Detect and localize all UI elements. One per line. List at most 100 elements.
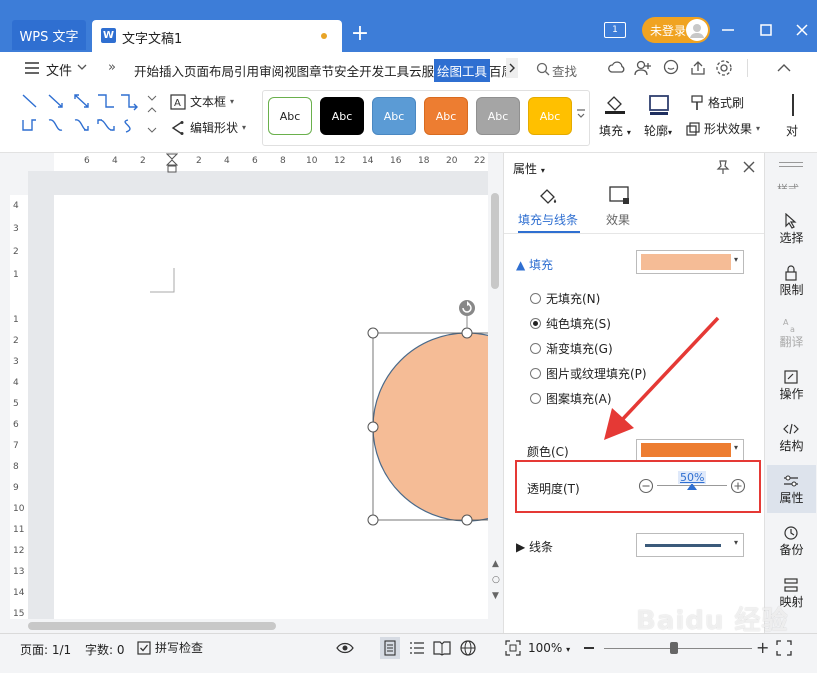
select-browse-object-icon[interactable]: ○ [492, 575, 500, 585]
edit-shape-button[interactable]: 编辑形状 ▾ [170, 119, 246, 136]
style-preset-2[interactable]: Abc [320, 97, 364, 135]
line-section-toggle[interactable]: ▶ 线条 [516, 538, 553, 555]
style-preset-4[interactable]: Abc [424, 97, 468, 135]
option-no-fill[interactable]: 无填充(N) [530, 290, 600, 307]
fill-button[interactable]: 填充 ▾ [599, 122, 631, 139]
maximize-button[interactable] [754, 18, 778, 42]
circle-shape[interactable] [372, 332, 488, 522]
word-count[interactable]: 字数: 0 [85, 641, 125, 658]
format-painter-button[interactable]: 格式刷 [690, 94, 744, 111]
menu-tab-view[interactable]: 视图 [284, 61, 309, 80]
page-indicator[interactable]: 页面: 1/1 [20, 641, 71, 658]
menu-tab-review[interactable]: 审阅 [259, 61, 284, 80]
settings-gear-icon[interactable] [715, 59, 733, 77]
text-box-button[interactable]: A 文本框 ▾ [170, 93, 234, 110]
spellcheck-toggle[interactable]: 拼写检查 [137, 639, 203, 656]
radio-no-fill[interactable] [530, 293, 541, 304]
comment-icon[interactable] [662, 59, 680, 77]
menu-tab-start[interactable]: 开始 [134, 61, 159, 80]
hamburger-icon[interactable] [25, 62, 39, 74]
menu-scroll-right-button[interactable] [506, 58, 518, 78]
menu-tab-chapter[interactable]: 章节 [309, 61, 334, 80]
login-button[interactable]: 未登录 [642, 17, 710, 43]
menu-tab-insert[interactable]: 插入 [159, 61, 184, 80]
shape-effects-button[interactable]: 形状效果 ▾ [686, 120, 760, 137]
shape-gallery[interactable] [18, 90, 160, 142]
properties-title-dropdown[interactable]: 属性 ▾ [513, 160, 545, 177]
scroll-up-icon[interactable]: ▲ [492, 559, 499, 569]
sidebar-item-structure[interactable]: 结构 [765, 421, 817, 454]
menu-tab-references[interactable]: 引用 [234, 61, 259, 80]
resize-handle[interactable] [367, 421, 379, 433]
h-scrollbar-thumb[interactable] [28, 622, 276, 630]
zoom-slider-thumb[interactable] [670, 642, 678, 654]
page-count-icon[interactable]: 1 [604, 22, 626, 38]
menu-tab-devtools[interactable]: 开发工具 [359, 61, 409, 80]
add-user-icon[interactable] [634, 59, 652, 77]
fullscreen-icon[interactable] [776, 640, 792, 656]
reading-view-icon[interactable] [433, 640, 451, 656]
tab-document[interactable]: W 文字文稿1 [92, 20, 342, 52]
option-solid-fill[interactable]: 纯色填充(S) [530, 315, 611, 332]
menu-tab-security[interactable]: 安全 [334, 61, 359, 80]
ribbon-cutoff-label[interactable]: 对 [786, 122, 798, 139]
menu-tab-layout[interactable]: 页面布局 [184, 61, 234, 80]
close-window-button[interactable] [790, 18, 814, 42]
style-preset-3[interactable]: Abc [372, 97, 416, 135]
radio-gradient-fill[interactable] [530, 343, 541, 354]
menu-expand-icon[interactable]: » [108, 60, 116, 75]
indent-marker-icon[interactable] [166, 153, 178, 173]
share-icon[interactable] [689, 59, 707, 77]
close-panel-icon[interactable] [742, 160, 756, 174]
scroll-down-icon[interactable]: ▼ [492, 591, 499, 601]
resize-handle[interactable] [461, 327, 473, 339]
menu-tab-drawing-tools[interactable]: 绘图工具 [434, 59, 491, 82]
tab-wps-home[interactable]: WPS 文字 [12, 20, 86, 50]
collapse-ribbon-icon[interactable] [776, 61, 792, 73]
chevron-down-icon[interactable] [77, 63, 87, 71]
zoom-out-button[interactable] [584, 647, 594, 649]
outline-view-icon[interactable] [408, 640, 426, 656]
outline-icon[interactable] [648, 94, 670, 116]
fill-color-dropdown[interactable]: ▾ [636, 250, 744, 274]
style-preset-6[interactable]: Abc [528, 97, 572, 135]
tab-fill-and-line[interactable]: 填充与线条 [518, 211, 578, 228]
radio-solid-fill[interactable] [530, 318, 541, 329]
radio-pattern-fill[interactable] [530, 393, 541, 404]
horizontal-ruler[interactable]: 6 4 2 2 4 6 8 10 12 14 16 18 20 22 [10, 153, 488, 173]
resize-handle[interactable] [461, 514, 473, 526]
style-preset-5[interactable]: Abc [476, 97, 520, 135]
fill-section-toggle[interactable]: ▲ 填充 [516, 256, 553, 273]
outline-button[interactable]: 轮廓▾ [644, 122, 672, 139]
minimize-button[interactable] [716, 18, 740, 42]
line-style-dropdown[interactable]: ▾ [636, 533, 744, 557]
pin-icon[interactable] [716, 159, 730, 175]
sidebar-item-backup[interactable]: 备份 [765, 525, 817, 558]
sidebar-item-translate[interactable]: Aa 翻译 [765, 317, 817, 350]
cloud-sync-icon[interactable] [608, 60, 626, 76]
rotate-handle-icon[interactable] [459, 300, 475, 316]
page-view-button[interactable] [380, 637, 400, 659]
resize-handle[interactable] [367, 327, 379, 339]
radio-picture-fill[interactable] [530, 368, 541, 379]
sidebar-item-properties[interactable]: 属性 [767, 465, 816, 513]
vertical-ruler[interactable]: 4 3 2 1 1 2 3 4 5 6 7 8 9 10 11 12 13 14… [10, 171, 28, 619]
align-icon[interactable] [792, 94, 794, 116]
resize-handle[interactable] [367, 514, 379, 526]
tab-effect[interactable]: 效果 [606, 211, 630, 228]
search-label[interactable]: 查找 [552, 61, 577, 80]
eye-icon[interactable] [336, 641, 354, 655]
fit-page-icon[interactable] [504, 639, 522, 657]
style-gallery-more-icon[interactable] [576, 108, 586, 120]
horizontal-scrollbar[interactable] [10, 619, 502, 633]
fill-bucket-icon[interactable] [603, 93, 627, 115]
zoom-slider[interactable] [604, 648, 752, 649]
zoom-in-button[interactable]: + [756, 638, 769, 657]
sidebar-item-select[interactable]: 选择 [765, 213, 817, 246]
document-scrollbar[interactable]: ▲ ○ ▼ [488, 171, 502, 619]
selected-circle-shape[interactable] [362, 296, 488, 532]
web-view-globe-icon[interactable] [459, 639, 477, 657]
zoom-level-dropdown[interactable]: 100% ▾ [528, 641, 570, 655]
sidebar-item-action[interactable]: 操作 [765, 369, 817, 402]
menu-file[interactable]: 文件 [46, 60, 72, 79]
